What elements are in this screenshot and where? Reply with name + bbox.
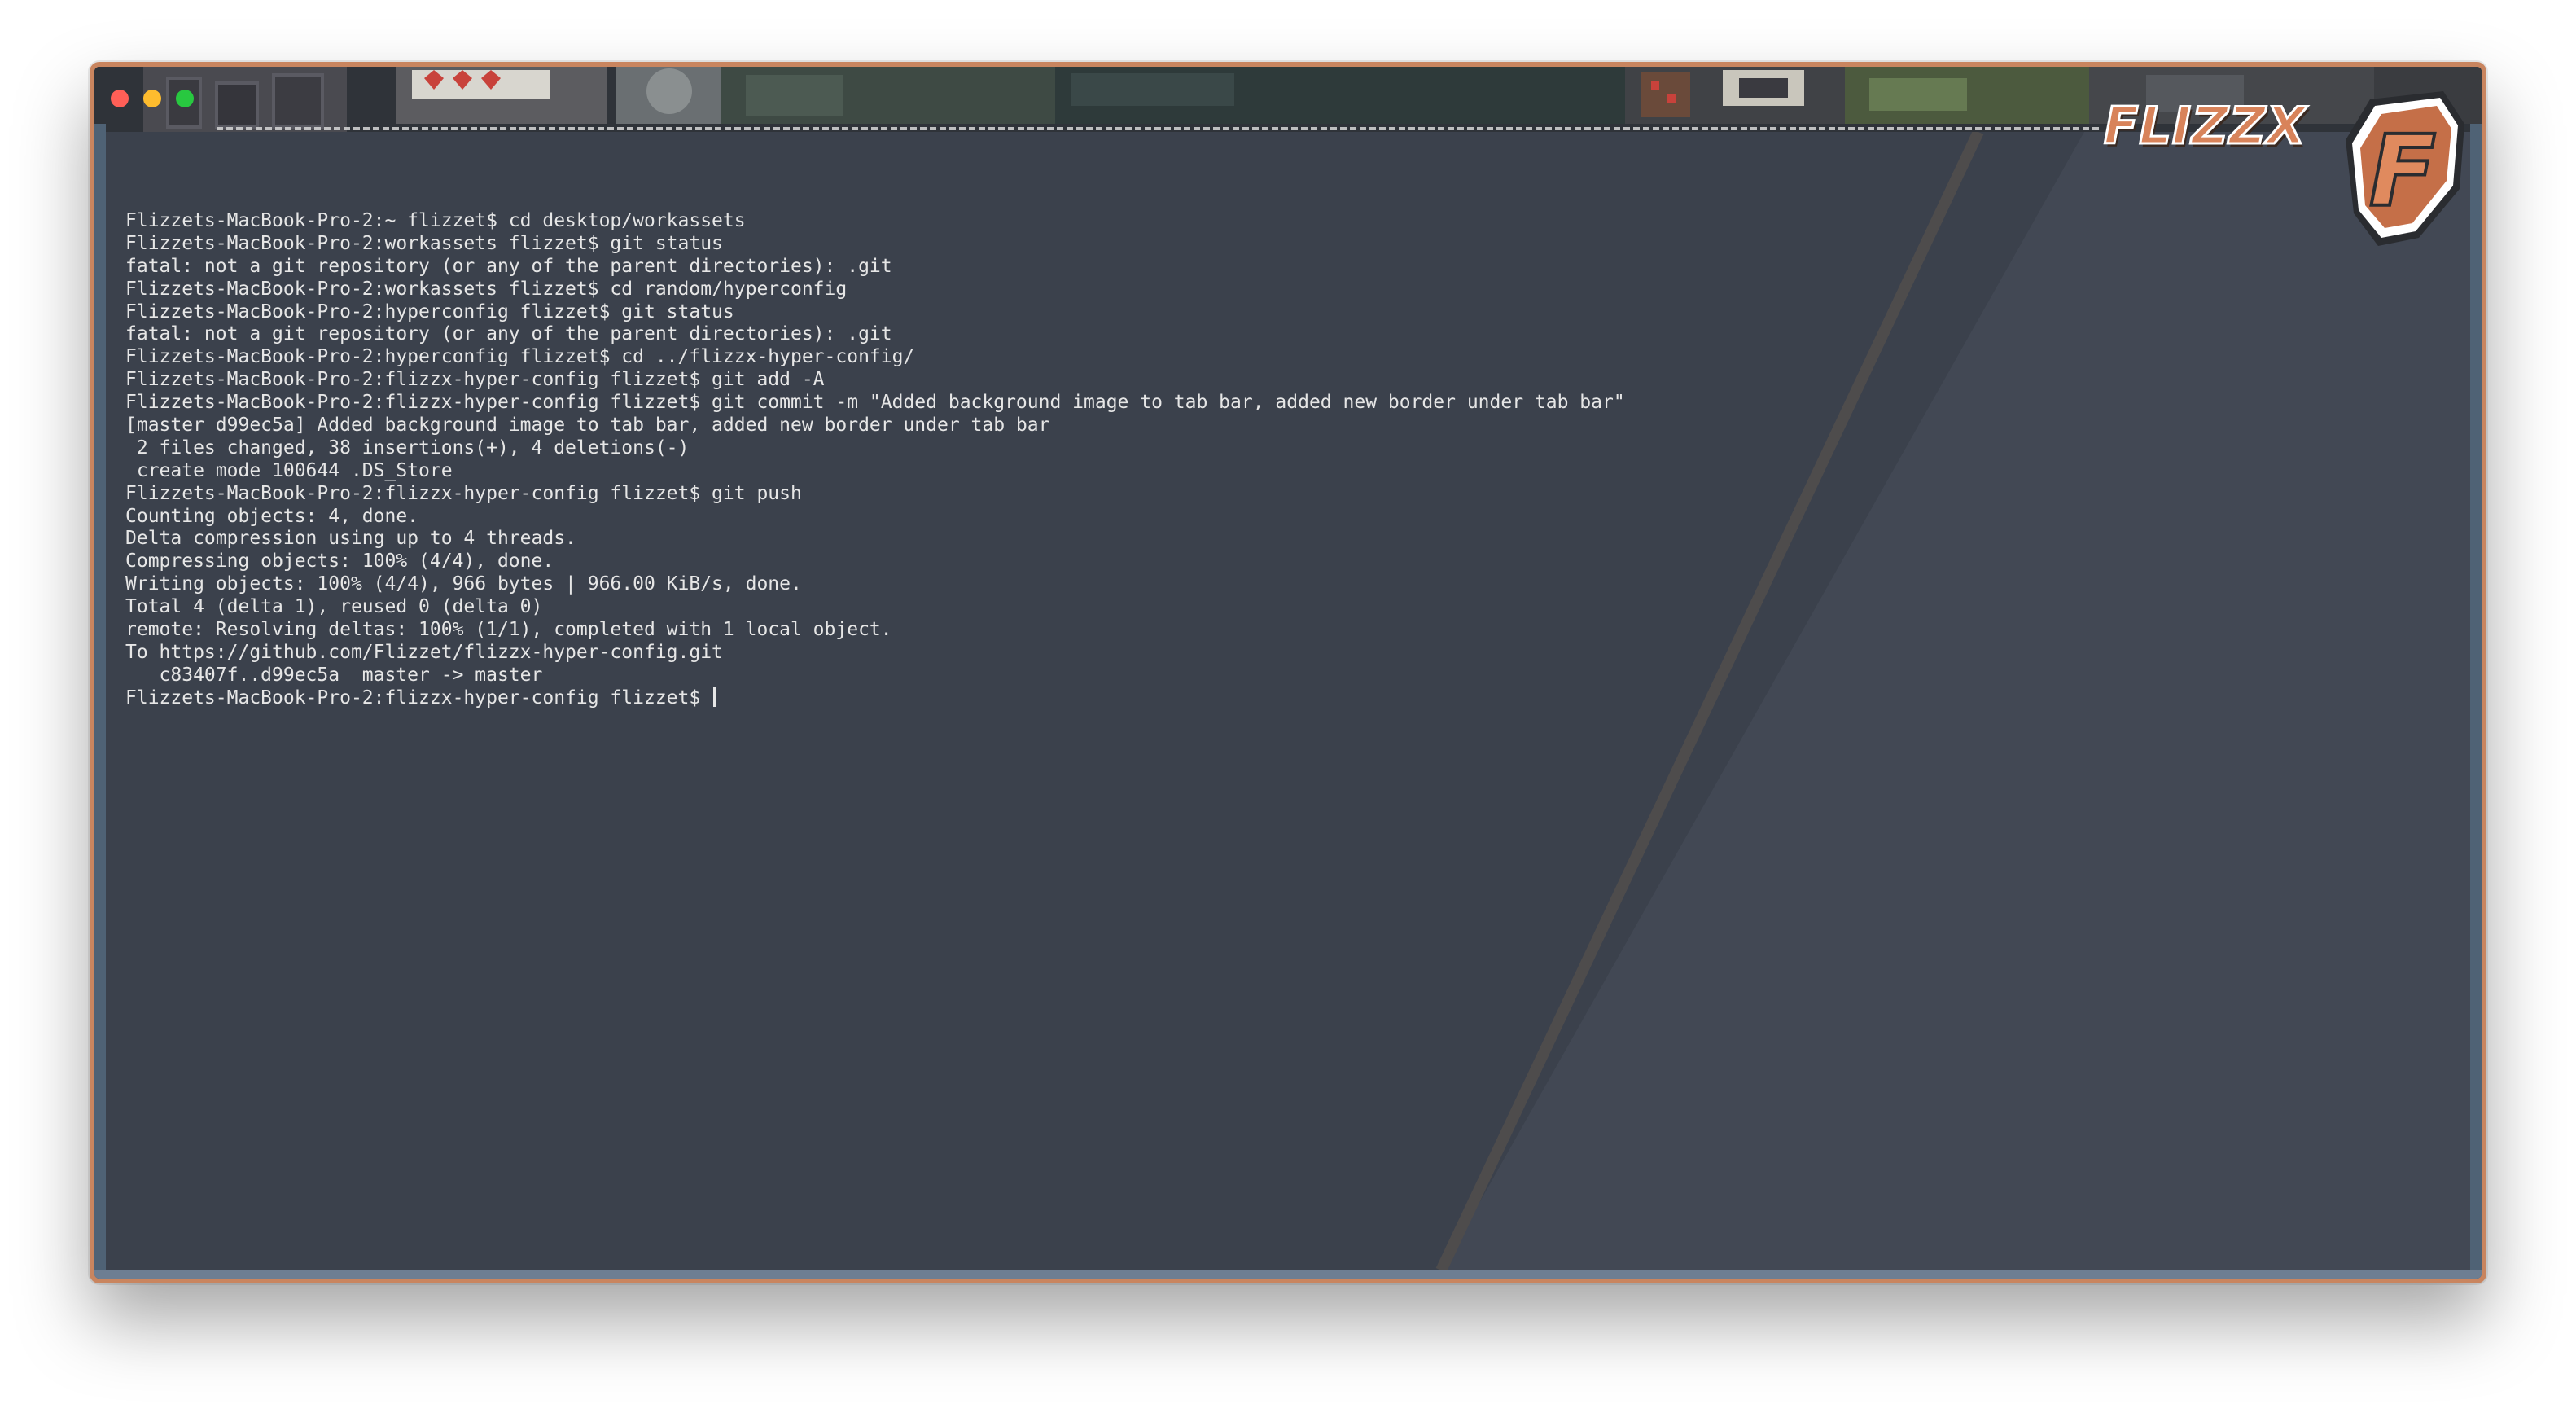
terminal-line: Flizzets-MacBook-Pro-2:workassets flizze… <box>125 278 848 300</box>
terminal-line: Flizzets-MacBook-Pro-2:flizzx-hyper-conf… <box>125 482 802 504</box>
terminal-line: Flizzets-MacBook-Pro-2:hyperconfig flizz… <box>125 346 915 368</box>
terminal-line: 2 files changed, 38 insertions(+), 4 del… <box>125 437 690 458</box>
terminal-line: Compressing objects: 100% (4/4), done. <box>125 551 554 573</box>
terminal-line: c83407f..d99ec5a master -> master <box>125 664 543 686</box>
terminal-cursor <box>713 687 716 707</box>
terminal-line: fatal: not a git repository (or any of t… <box>125 323 892 345</box>
tab-bar-border <box>217 127 2099 130</box>
terminal-window: Flizzets-MacBook-Pro-2:~ flizzet$ cd des… <box>90 62 2486 1283</box>
terminal-line: create mode 100644 .DS_Store <box>125 459 453 481</box>
terminal-line: Delta compression using up to 4 threads. <box>125 528 576 550</box>
terminal-output: Flizzets-MacBook-Pro-2:~ flizzet$ cd des… <box>125 210 1625 710</box>
close-button[interactable] <box>111 90 129 107</box>
terminal-line: Flizzets-MacBook-Pro-2:hyperconfig flizz… <box>125 301 734 322</box>
window-right-edge <box>2470 124 2482 1279</box>
zoom-button[interactable] <box>176 90 194 107</box>
terminal-line: remote: Resolving deltas: 100% (1/1), co… <box>125 619 892 641</box>
terminal-body[interactable]: Flizzets-MacBook-Pro-2:~ flizzet$ cd des… <box>106 132 2470 1270</box>
terminal-line: Total 4 (delta 1), reused 0 (delta 0) <box>125 596 543 618</box>
terminal-line: [master d99ec5a] Added background image … <box>125 415 1050 437</box>
terminal-line: To https://github.com/Flizzet/flizzx-hyp… <box>125 641 723 663</box>
terminal-line: Flizzets-MacBook-Pro-2:workassets flizze… <box>125 232 723 254</box>
minimize-button[interactable] <box>143 90 161 107</box>
terminal-prompt: Flizzets-MacBook-Pro-2:flizzx-hyper-conf… <box>125 687 712 709</box>
terminal-line: fatal: not a git repository (or any of t… <box>125 255 892 277</box>
badge-letter: F <box>2369 116 2436 229</box>
window-bottom-edge <box>94 1270 2482 1279</box>
terminal-prompt-line[interactable]: Flizzets-MacBook-Pro-2:flizzx-hyper-conf… <box>125 687 1625 710</box>
flizzx-badge-logo: F <box>2346 91 2464 246</box>
terminal-line: Flizzets-MacBook-Pro-2:flizzx-hyper-conf… <box>125 369 825 391</box>
terminal-line: Writing objects: 100% (4/4), 966 bytes |… <box>125 573 802 595</box>
window-left-edge <box>94 124 106 1279</box>
terminal-line: Counting objects: 4, done. <box>125 505 419 527</box>
flizzx-wordmark-logo: FLIZZX <box>2103 95 2307 157</box>
terminal-line: Flizzets-MacBook-Pro-2:~ flizzet$ cd des… <box>125 210 746 231</box>
terminal-line: Flizzets-MacBook-Pro-2:flizzx-hyper-conf… <box>125 392 1625 414</box>
